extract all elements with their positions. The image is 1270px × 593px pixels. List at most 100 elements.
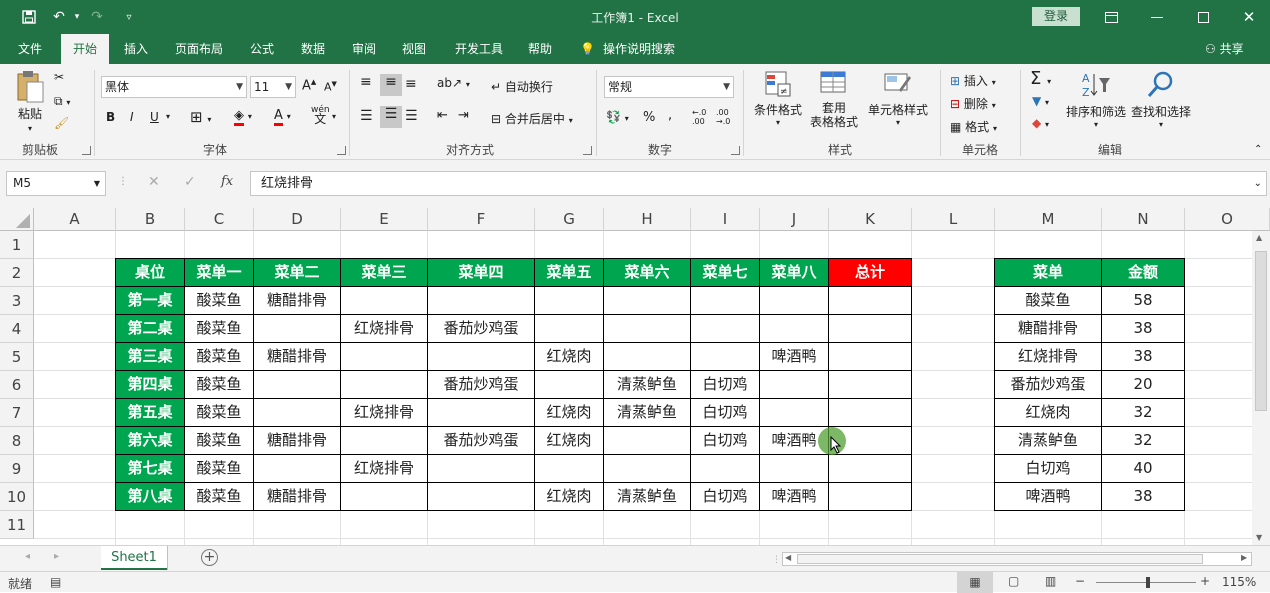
table-cell[interactable]: 糖醋排骨 — [254, 427, 341, 455]
table-cell[interactable] — [428, 483, 535, 511]
table-cell[interactable] — [535, 455, 604, 483]
fill-color-icon[interactable]: ◈ ▾ — [234, 108, 252, 126]
table-cell[interactable] — [341, 427, 428, 455]
column-header[interactable]: N — [1102, 208, 1185, 231]
table-cell[interactable]: 糖醋排骨 — [254, 287, 341, 315]
table-cell[interactable] — [428, 343, 535, 371]
table-cell[interactable] — [341, 483, 428, 511]
table-cell[interactable] — [760, 315, 829, 343]
clipboard-launcher-icon[interactable] — [82, 146, 91, 155]
zoom-out-icon[interactable]: − — [1075, 574, 1085, 588]
table-header-cell[interactable]: 菜单八 — [760, 259, 829, 287]
table-cell[interactable] — [428, 455, 535, 483]
delete-cells-button[interactable]: ⊟ 删除 ▾ — [950, 95, 996, 112]
tab-data[interactable]: 数据 — [291, 34, 335, 64]
login-button[interactable]: 登录 — [1032, 7, 1080, 26]
currency-icon[interactable]: 💱 ▾ — [606, 110, 629, 124]
column-header[interactable]: C — [185, 208, 254, 231]
autosum-icon[interactable]: Σ ▾ — [1030, 68, 1051, 89]
table-cell[interactable]: 番茄炒鸡蛋 — [428, 427, 535, 455]
price-amount-cell[interactable]: 40 — [1102, 455, 1185, 483]
find-select-button[interactable]: 查找和选择 ▾ — [1131, 70, 1191, 129]
tab-insert[interactable]: 插入 — [114, 34, 158, 64]
column-header[interactable]: L — [912, 208, 995, 231]
table-cell[interactable] — [428, 287, 535, 315]
table-cell[interactable] — [829, 483, 912, 511]
row-header[interactable]: 4 — [0, 315, 34, 343]
table-header-cell[interactable]: 桌位 — [116, 259, 185, 287]
price-amount-cell[interactable]: 20 — [1102, 371, 1185, 399]
column-header[interactable]: K — [829, 208, 912, 231]
border-icon[interactable]: ⊞ ▾ — [190, 108, 211, 126]
price-amount-cell[interactable]: 38 — [1102, 343, 1185, 371]
table-cell[interactable] — [829, 287, 912, 315]
increase-indent-icon[interactable]: ⇥ — [458, 108, 469, 123]
align-bottom-icon[interactable]: ≡ — [405, 76, 417, 92]
increase-decimal-icon[interactable]: ←.0.00 — [692, 108, 706, 126]
align-middle-icon[interactable]: ≡ — [380, 74, 402, 96]
scroll-down-icon[interactable]: ▼ — [1256, 533, 1262, 542]
price-amount-cell[interactable]: 32 — [1102, 399, 1185, 427]
table-cell[interactable]: 糖醋排骨 — [254, 343, 341, 371]
table-cell[interactable] — [254, 455, 341, 483]
table-cell[interactable]: 酸菜鱼 — [185, 455, 254, 483]
align-left-icon[interactable]: ☰ — [360, 108, 373, 124]
row-header[interactable]: 7 — [0, 399, 34, 427]
wrap-text-button[interactable]: ↵ 自动换行 — [491, 78, 553, 95]
table-cell[interactable] — [604, 287, 691, 315]
tab-home[interactable]: 开始 — [61, 34, 109, 66]
sheet-tab-sheet1[interactable]: Sheet1 — [101, 546, 167, 570]
table-cell[interactable] — [829, 399, 912, 427]
table-cell[interactable] — [691, 287, 760, 315]
phonetic-dropdown-icon[interactable]: ▾ — [332, 112, 336, 121]
price-header-cell[interactable]: 金额 — [1102, 259, 1185, 287]
table-cell[interactable]: 红烧肉 — [535, 483, 604, 511]
table-cell[interactable]: 白切鸡 — [691, 399, 760, 427]
enter-icon[interactable]: ✓ — [184, 174, 196, 190]
tab-developer[interactable]: 开发工具 — [446, 34, 512, 64]
table-cell[interactable]: 白切鸡 — [691, 427, 760, 455]
alignment-launcher-icon[interactable] — [583, 146, 592, 155]
save-icon[interactable] — [18, 6, 40, 28]
clear-icon[interactable]: ◆ ▾ — [1032, 116, 1049, 130]
table-header-cell[interactable]: 菜单七 — [691, 259, 760, 287]
price-amount-cell[interactable]: 58 — [1102, 287, 1185, 315]
macro-record-icon[interactable]: ▤ — [50, 575, 61, 589]
collapse-ribbon-icon[interactable]: ⌃ — [1254, 144, 1262, 155]
table-cell[interactable]: 红烧排骨 — [341, 315, 428, 343]
comma-button[interactable]: , — [668, 108, 672, 123]
table-cell[interactable] — [535, 371, 604, 399]
table-cell[interactable] — [760, 371, 829, 399]
row-header[interactable]: 6 — [0, 371, 34, 399]
column-header[interactable]: I — [691, 208, 760, 231]
percent-button[interactable]: % — [643, 110, 655, 125]
cut-icon[interactable]: ✂ — [54, 70, 64, 84]
tab-view[interactable]: 视图 — [392, 34, 436, 64]
table-cell[interactable]: 红烧肉 — [535, 343, 604, 371]
tab-review[interactable]: 审阅 — [342, 34, 386, 64]
customize-toolbar-icon[interactable]: ▿ — [118, 6, 140, 28]
table-cell[interactable]: 啤酒鸭 — [760, 343, 829, 371]
table-cell[interactable]: 白切鸡 — [691, 483, 760, 511]
merge-center-button[interactable]: ⊟ 合并后居中 ▾ — [491, 110, 573, 127]
tab-formulas[interactable]: 公式 — [240, 34, 284, 64]
select-all-corner[interactable] — [0, 208, 34, 231]
tell-me-search[interactable]: 💡 操作说明搜索 — [580, 34, 675, 64]
table-row-label[interactable]: 第七桌 — [116, 455, 185, 483]
table-cell[interactable]: 番茄炒鸡蛋 — [428, 315, 535, 343]
price-item-cell[interactable]: 清蒸鲈鱼 — [995, 427, 1102, 455]
table-cell[interactable]: 糖醋排骨 — [254, 483, 341, 511]
column-header[interactable]: D — [254, 208, 341, 231]
italic-button[interactable]: I — [130, 110, 134, 124]
price-item-cell[interactable]: 糖醋排骨 — [995, 315, 1102, 343]
table-cell[interactable]: 红烧排骨 — [341, 399, 428, 427]
horizontal-scrollbar[interactable]: ◀ ▶ — [782, 552, 1252, 566]
price-item-cell[interactable]: 酸菜鱼 — [995, 287, 1102, 315]
column-header[interactable]: J — [760, 208, 829, 231]
share-button[interactable]: ⚇ 共享 — [1205, 34, 1244, 64]
column-header[interactable]: A — [34, 208, 116, 231]
grow-font-icon[interactable]: A▲ — [302, 78, 316, 93]
page-layout-view-icon[interactable]: ▢ — [1008, 574, 1019, 588]
insert-cells-button[interactable]: ⊞ 插入 ▾ — [950, 72, 996, 89]
table-cell[interactable] — [254, 315, 341, 343]
